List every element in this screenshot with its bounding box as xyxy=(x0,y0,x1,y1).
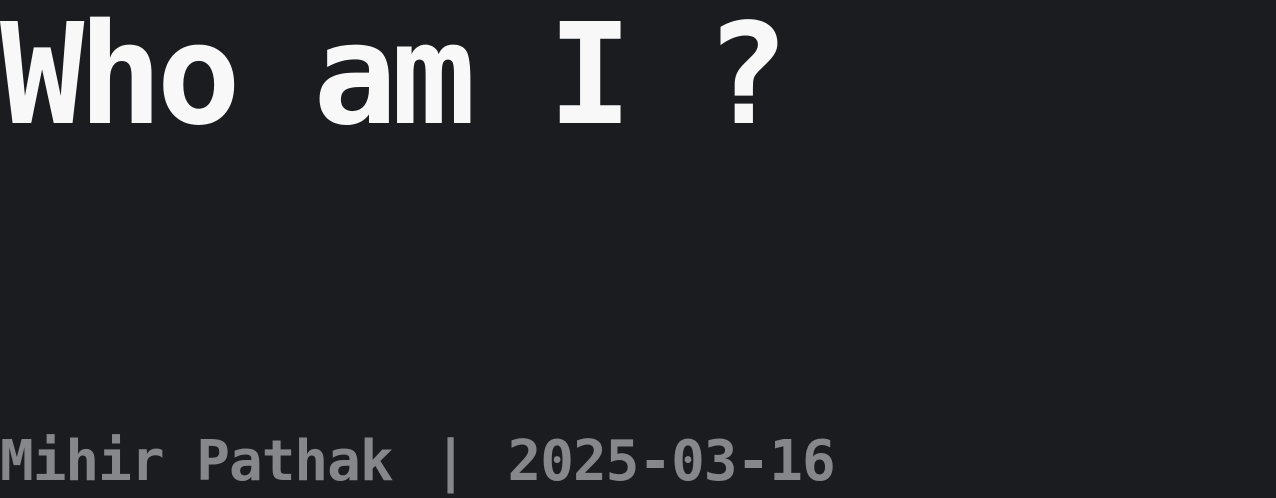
post-date: 2025-03-16 xyxy=(507,429,836,494)
author-name: Mihir Pathak xyxy=(0,429,394,494)
meta-separator: | xyxy=(433,429,468,494)
page-title: Who am I ? xyxy=(0,0,789,157)
post-meta: Mihir Pathak | 2025-03-16 xyxy=(0,429,836,494)
